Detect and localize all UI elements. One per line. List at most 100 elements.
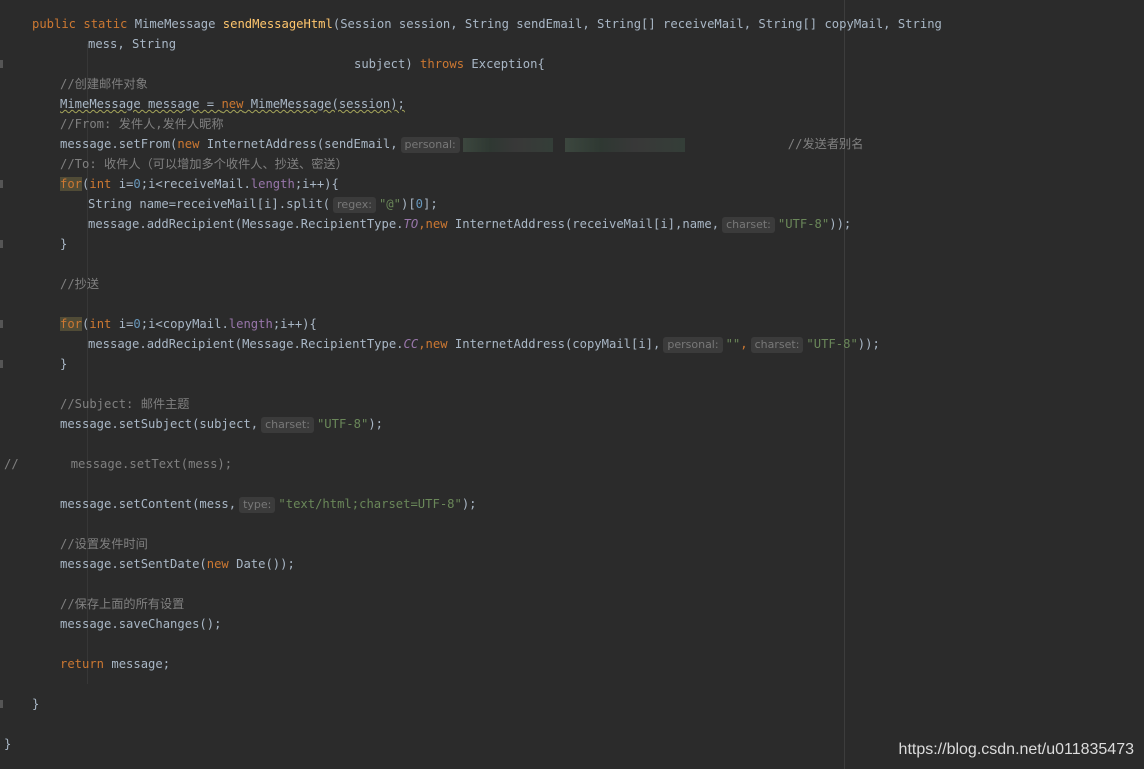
code-line[interactable]: return message; — [0, 654, 1144, 674]
code-text: , — [418, 217, 426, 231]
field-access: length — [250, 177, 295, 191]
comment: //To: 收件人（可以增加多个收件人、抄送、密送） — [60, 157, 348, 171]
redacted-area — [462, 137, 553, 152]
comment-slashes: // — [4, 457, 19, 471]
string-literal: "UTF-8" — [316, 417, 369, 431]
code-text: = — [199, 97, 222, 111]
parameter-hint: type: — [239, 497, 276, 513]
method-name: sendMessageHtml — [222, 17, 333, 31]
parameter-hint: regex: — [333, 197, 376, 213]
closing-brace: } — [60, 237, 68, 251]
code-text: , — [418, 337, 426, 351]
parameter-hint: charset: — [722, 217, 775, 233]
code-line[interactable]: //Subject: 邮件主题 — [0, 394, 1144, 414]
code-line[interactable]: //设置发件时间 — [0, 534, 1144, 554]
keyword: new — [425, 217, 448, 231]
keyword: int — [89, 317, 112, 331]
code-text: , — [740, 337, 748, 351]
number-literal: 0 — [415, 197, 424, 211]
keyword: throws — [420, 57, 465, 71]
parameter-hint: personal: — [400, 137, 460, 153]
parameter-hint: personal: — [663, 337, 723, 353]
code-editor[interactable]: public static MimeMessage sendMessageHtm… — [0, 0, 1144, 769]
field-access: length — [228, 317, 273, 331]
code-text: ); — [368, 417, 383, 431]
watermark-url: https://blog.csdn.net/u011835473 — [898, 741, 1134, 758]
code-text: InternetAddress(copyMail[i], — [447, 337, 661, 351]
code-line[interactable]: message.setContent(mess, type: "text/html;… — [0, 494, 1144, 514]
commented-code: message.setText(mess); — [70, 457, 233, 471]
constant: CC — [403, 337, 419, 351]
keyword: new — [221, 97, 244, 111]
keyword: public static — [32, 17, 135, 31]
code-line[interactable]: message.saveChanges(); — [0, 614, 1144, 634]
comment: //抄送 — [60, 277, 100, 291]
comment: //创建邮件对象 — [60, 77, 148, 91]
number-literal: 0 — [133, 177, 141, 191]
parameter-hint: charset: — [261, 417, 314, 433]
comment: //Subject: 邮件主题 — [60, 397, 190, 411]
keyword: return — [60, 657, 105, 671]
code-text: )[ — [400, 197, 416, 211]
code-text: InternetAddress(sendEmail, — [199, 137, 398, 151]
code-line[interactable]: message.addRecipient(Message.RecipientTy… — [0, 334, 1144, 354]
keyword: int — [89, 177, 112, 191]
keyword-for: for — [60, 177, 83, 191]
comment: //保存上面的所有设置 — [60, 597, 185, 611]
code-line[interactable]: message.addRecipient(Message.RecipientTy… — [0, 214, 1144, 234]
code-line[interactable]: mess, String — [0, 34, 1144, 54]
code-text: )); — [857, 337, 880, 351]
code-text: i= — [111, 177, 134, 191]
code-text: message.setSubject(subject, — [60, 417, 259, 431]
variable-declaration: MimeMessage message — [60, 97, 200, 111]
keyword: new — [206, 557, 229, 571]
code-line[interactable]: message.setFrom(new InternetAddress(send… — [0, 134, 1144, 154]
keyword: new — [177, 137, 200, 151]
code-line[interactable]: //抄送 — [0, 274, 1144, 294]
code-line[interactable]: message.setSentDate(new Date()); — [0, 554, 1144, 574]
closing-brace: } — [4, 737, 12, 751]
string-literal: "" — [725, 337, 741, 351]
code-text: subject) — [354, 57, 421, 71]
closing-brace: } — [60, 357, 68, 371]
closing-brace: } — [32, 697, 40, 711]
parameter-hint: charset: — [750, 337, 804, 353]
code-line[interactable]: } — [0, 354, 1144, 374]
code-text: String name=receiveMail[i].split( — [88, 197, 331, 211]
comment: //设置发件时间 — [60, 537, 148, 551]
code-line[interactable]: for(int i=0;i<receiveMail.length;i++){ — [0, 174, 1144, 194]
redacted-gap — [552, 137, 565, 152]
code-line[interactable]: //From: 发件人,发件人昵称 — [0, 114, 1144, 134]
code-text: ;i<receiveMail. — [140, 177, 251, 191]
code-line[interactable]: for(int i=0;i<copyMail.length;i++){ — [0, 314, 1144, 334]
code-text: Date()); — [228, 557, 295, 571]
code-line[interactable]: // message.setText(mess); — [0, 454, 1144, 474]
code-line[interactable]: //保存上面的所有设置 — [0, 594, 1144, 614]
redacted-area — [564, 137, 685, 152]
keyword-for: for — [60, 317, 83, 331]
code-text: ]; — [423, 197, 438, 211]
code-line[interactable]: } — [0, 694, 1144, 714]
code-line[interactable]: //创建邮件对象 — [0, 74, 1144, 94]
code-text: message.addRecipient(Message.RecipientTy… — [88, 337, 404, 351]
return-type: MimeMessage — [134, 17, 223, 31]
string-literal: "@" — [378, 197, 401, 211]
code-line[interactable]: //To: 收件人（可以增加多个收件人、抄送、密送） — [0, 154, 1144, 174]
comment: //From: 发件人,发件人昵称 — [60, 117, 224, 131]
code-line[interactable]: } — [0, 234, 1144, 254]
code-line[interactable]: message.setSubject(subject, charset: "UTF-… — [0, 414, 1144, 434]
code-line[interactable]: String name=receiveMail[i].split(regex: "… — [0, 194, 1144, 214]
code-text: InternetAddress(receiveMail[i],name, — [447, 217, 720, 231]
code-line[interactable]: subject) throws Exception{ — [0, 54, 1144, 74]
code-text: ;i<copyMail. — [140, 317, 229, 331]
code-text: message.setContent(mess, — [60, 497, 237, 511]
code-text: ;i++){ — [272, 317, 317, 331]
code-text: i= — [111, 317, 134, 331]
code-text: Exception{ — [464, 57, 545, 71]
code-text: ;i++){ — [294, 177, 339, 191]
code-line[interactable]: MimeMessage message = new MimeMessage(se… — [0, 94, 1144, 114]
code-text: message.saveChanges(); — [60, 617, 222, 631]
comment: //发送者别名 — [787, 137, 864, 151]
code-line[interactable]: public static MimeMessage sendMessageHtm… — [0, 14, 1144, 34]
code-text: message.addRecipient(Message.RecipientTy… — [88, 217, 404, 231]
